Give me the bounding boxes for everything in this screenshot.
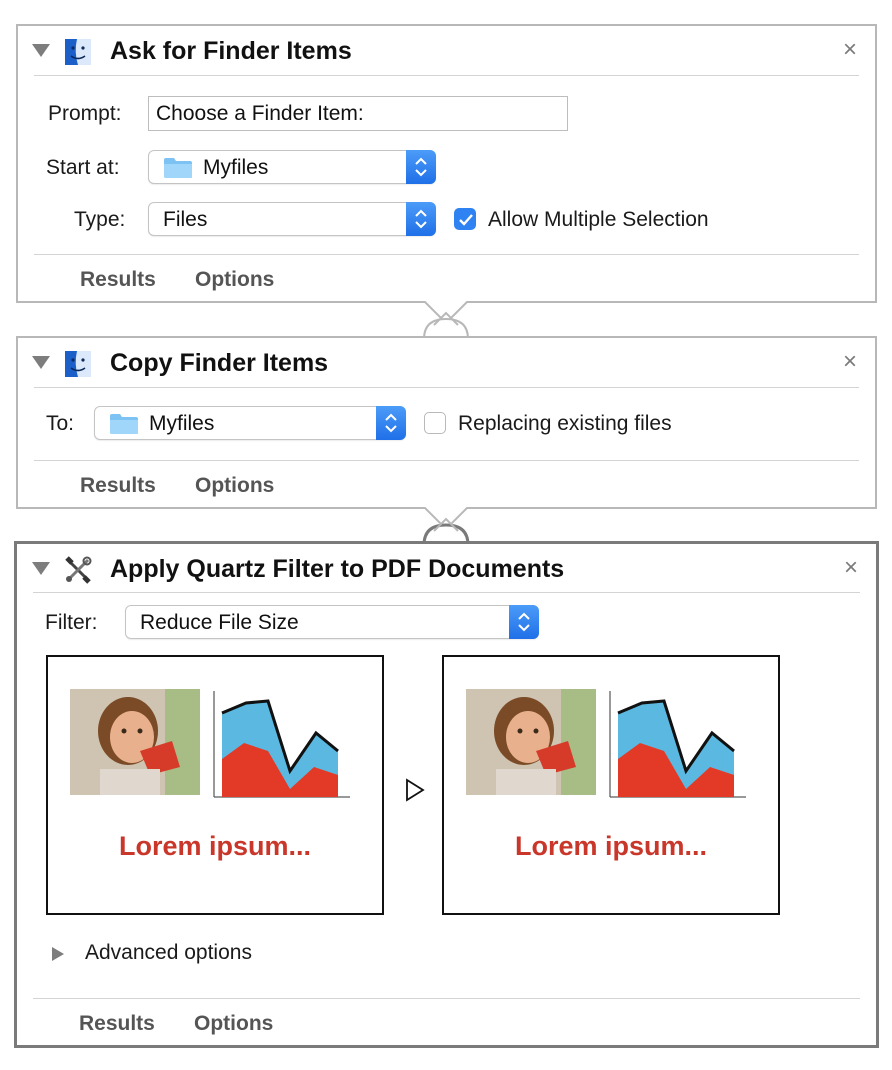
action-header: Ask for Finder Items ×	[18, 26, 875, 76]
tab-options[interactable]: Options	[194, 1012, 273, 1036]
divider	[33, 592, 860, 593]
divider	[34, 254, 859, 255]
tab-options[interactable]: Options	[195, 268, 274, 292]
allow-multiple-checkbox[interactable]	[454, 208, 476, 230]
type-value: Files	[163, 208, 208, 231]
action-header: Apply Quartz Filter to PDF Documents ×	[17, 544, 876, 594]
prompt-label: Prompt:	[48, 102, 122, 125]
preview-area-chart	[213, 691, 350, 798]
tab-options[interactable]: Options	[195, 474, 274, 498]
tab-results[interactable]: Results	[80, 474, 156, 498]
action-title: Copy Finder Items	[110, 349, 329, 377]
close-icon[interactable]: ×	[843, 348, 857, 376]
action-connector-icon	[422, 507, 470, 545]
preview-after: Lorem ipsum...	[442, 655, 780, 915]
filter-popup[interactable]: Reduce File Size	[125, 605, 539, 639]
preview-text: Lorem ipsum...	[514, 831, 708, 861]
preview-area-chart	[609, 691, 746, 798]
disclosure-triangle-icon[interactable]	[51, 946, 65, 962]
divider	[34, 387, 859, 388]
action-ask-for-finder-items[interactable]: Ask for Finder Items × Prompt: Choose a …	[16, 24, 877, 303]
replacing-existing-label: Replacing existing files	[458, 412, 672, 435]
automator-tools-icon	[65, 556, 92, 584]
replacing-existing-checkbox[interactable]	[424, 412, 446, 434]
popup-stepper-icon	[406, 202, 436, 236]
action-title: Ask for Finder Items	[110, 37, 352, 65]
start-at-popup[interactable]: Myfiles	[148, 150, 436, 184]
divider	[34, 75, 859, 76]
collapse-triangle-icon[interactable]	[32, 356, 50, 369]
preview-before: Lorem ipsum...	[46, 655, 384, 915]
divider	[34, 460, 859, 461]
start-at-value: Myfiles	[203, 156, 269, 179]
prompt-field[interactable]: Choose a Finder Item:	[148, 96, 568, 131]
popup-stepper-icon	[406, 150, 436, 184]
type-label: Type:	[74, 208, 126, 231]
finder-icon	[65, 351, 91, 377]
tab-results[interactable]: Results	[79, 1012, 155, 1036]
action-header: Copy Finder Items ×	[18, 338, 875, 388]
preview-text: Lorem ipsum...	[118, 831, 312, 861]
close-icon[interactable]: ×	[844, 554, 858, 582]
action-copy-finder-items[interactable]: Copy Finder Items × To: Myfiles Replacin…	[16, 336, 877, 509]
action-connector-icon	[423, 301, 469, 339]
arrow-right-icon	[406, 778, 425, 802]
to-value: Myfiles	[149, 412, 215, 435]
action-apply-quartz-filter[interactable]: Apply Quartz Filter to PDF Documents × F…	[14, 541, 879, 1048]
preview-photo-image	[466, 689, 596, 795]
advanced-options-label[interactable]: Advanced options	[85, 941, 252, 965]
filter-label: Filter:	[45, 611, 98, 634]
start-at-label: Start at:	[46, 156, 120, 179]
divider	[33, 998, 860, 999]
to-popup[interactable]: Myfiles	[94, 406, 406, 440]
allow-multiple-label: Allow Multiple Selection	[488, 208, 709, 231]
filter-value: Reduce File Size	[140, 611, 299, 634]
folder-icon	[110, 414, 138, 434]
checkmark-icon	[459, 214, 473, 226]
collapse-triangle-icon[interactable]	[32, 44, 50, 57]
popup-stepper-icon	[509, 605, 539, 639]
to-label: To:	[46, 412, 75, 435]
close-icon[interactable]: ×	[843, 36, 857, 64]
action-title: Apply Quartz Filter to PDF Documents	[110, 555, 565, 583]
folder-icon	[164, 158, 192, 178]
collapse-triangle-icon[interactable]	[32, 562, 50, 575]
preview-photo-image	[70, 689, 200, 795]
popup-stepper-icon	[376, 406, 406, 440]
tab-results[interactable]: Results	[80, 268, 156, 292]
type-popup[interactable]: Files	[148, 202, 436, 236]
finder-icon	[65, 39, 91, 65]
